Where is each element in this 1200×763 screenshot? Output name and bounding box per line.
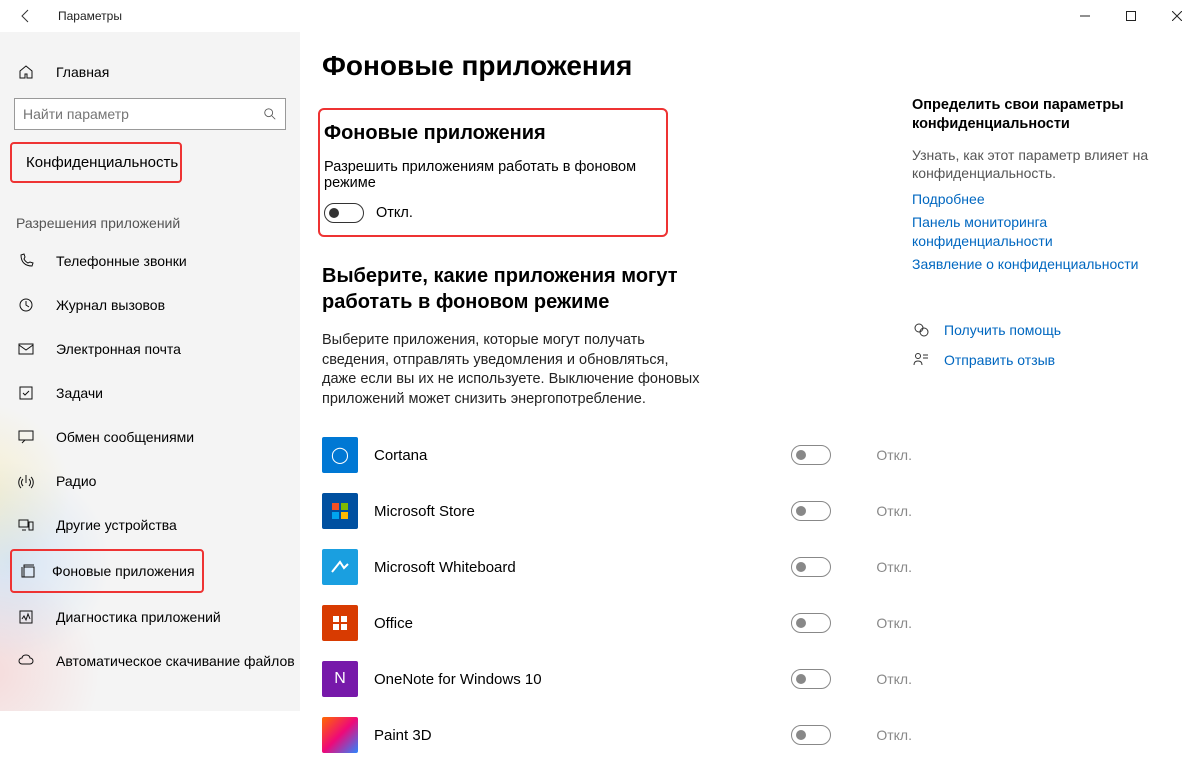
app-row: ◯ Cortana Откл. bbox=[322, 427, 912, 483]
message-icon bbox=[16, 429, 36, 445]
clock-icon bbox=[16, 297, 36, 313]
app-icon: ◯ bbox=[322, 437, 358, 473]
get-help-link[interactable]: Получить помощь bbox=[912, 322, 1162, 338]
app-name: OneNote for Windows 10 bbox=[374, 671, 791, 688]
window-title: Параметры bbox=[58, 9, 122, 23]
right-link-1[interactable]: Панель мониторинга конфиденциальности bbox=[912, 213, 1162, 251]
app-toggle[interactable] bbox=[791, 501, 831, 521]
app-toggle[interactable] bbox=[791, 613, 831, 633]
background-apps-icon bbox=[18, 563, 38, 579]
tasks-icon bbox=[16, 385, 36, 401]
mail-icon bbox=[16, 341, 36, 357]
right-heading: Определить свои параметры конфиденциальн… bbox=[912, 96, 1162, 134]
section-heading-2: Выберите, какие приложения могут работат… bbox=[322, 263, 752, 315]
sidebar-category-label: Конфиденциальность bbox=[26, 154, 178, 171]
sidebar-item-1[interactable]: Журнал вызовов bbox=[0, 283, 300, 327]
sidebar-group-label: Разрешения приложений bbox=[0, 183, 300, 239]
app-icon: N bbox=[322, 661, 358, 697]
sidebar-home[interactable]: Главная bbox=[0, 52, 300, 92]
right-link-0[interactable]: Подробнее bbox=[912, 190, 1162, 209]
sidebar-item-5[interactable]: Радио bbox=[0, 459, 300, 503]
app-icon bbox=[322, 717, 358, 753]
send-feedback-label: Отправить отзыв bbox=[944, 352, 1055, 368]
app-toggle[interactable] bbox=[791, 445, 831, 465]
maximize-button[interactable] bbox=[1108, 0, 1154, 32]
close-button[interactable] bbox=[1154, 0, 1200, 32]
back-button[interactable] bbox=[12, 2, 40, 30]
sidebar-item-2[interactable]: Электронная почта bbox=[0, 327, 300, 371]
app-toggle[interactable] bbox=[791, 557, 831, 577]
section-heading: Фоновые приложения bbox=[324, 122, 652, 145]
sidebar-item-7[interactable]: Фоновые приложения bbox=[10, 549, 204, 593]
app-row: N OneNote for Windows 10 Откл. bbox=[322, 651, 912, 707]
phone-icon bbox=[16, 253, 36, 269]
cloud-download-icon bbox=[16, 653, 36, 669]
master-toggle-label: Разрешить приложениям работать в фоновом… bbox=[324, 159, 652, 191]
sidebar-item-label: Задачи bbox=[56, 385, 103, 401]
search-icon bbox=[263, 107, 277, 121]
master-toggle[interactable] bbox=[324, 203, 364, 223]
app-toggle-state: Откл. bbox=[876, 503, 912, 519]
search-input[interactable] bbox=[23, 106, 263, 122]
devices-icon bbox=[16, 517, 36, 533]
app-toggle-state: Откл. bbox=[876, 727, 912, 743]
sidebar-item-8[interactable]: Диагностика приложений bbox=[0, 595, 300, 639]
page-title: Фоновые приложения bbox=[322, 50, 912, 82]
sidebar-item-0[interactable]: Телефонные звонки bbox=[0, 239, 300, 283]
app-icon bbox=[322, 493, 358, 529]
sidebar-item-6[interactable]: Другие устройства bbox=[0, 503, 300, 547]
app-name: Paint 3D bbox=[374, 727, 791, 744]
app-name: Microsoft Whiteboard bbox=[374, 559, 791, 576]
app-row: Microsoft Store Откл. bbox=[322, 483, 912, 539]
section-description: Выберите приложения, которые могут получ… bbox=[322, 331, 702, 409]
app-toggle-state: Откл. bbox=[876, 447, 912, 463]
minimize-button[interactable] bbox=[1062, 0, 1108, 32]
help-icon bbox=[912, 322, 930, 338]
sidebar-item-3[interactable]: Задачи bbox=[0, 371, 300, 415]
feedback-icon bbox=[912, 352, 930, 368]
sidebar-item-label: Телефонные звонки bbox=[56, 253, 187, 269]
right-text: Узнать, как этот параметр влияет на конф… bbox=[912, 146, 1162, 182]
home-icon bbox=[16, 64, 36, 80]
app-name: Office bbox=[374, 615, 791, 632]
sidebar-item-label: Радио bbox=[56, 473, 96, 489]
app-name: Microsoft Store bbox=[374, 503, 791, 520]
right-link-2[interactable]: Заявление о конфиденциальности bbox=[912, 255, 1162, 274]
sidebar-item-label: Автоматическое скачивание файлов bbox=[56, 653, 295, 669]
sidebar-item-label: Диагностика приложений bbox=[56, 609, 221, 625]
sidebar-item-9[interactable]: Автоматическое скачивание файлов bbox=[0, 639, 300, 683]
sidebar-item-label: Журнал вызовов bbox=[56, 297, 165, 313]
app-icon bbox=[322, 549, 358, 585]
radio-icon bbox=[16, 473, 36, 489]
master-toggle-state: Откл. bbox=[376, 205, 413, 221]
sidebar-item-label: Фоновые приложения bbox=[52, 563, 195, 579]
sidebar-item-label: Другие устройства bbox=[56, 517, 177, 533]
app-row: Office Откл. bbox=[322, 595, 912, 651]
app-row: Paint 3D Откл. bbox=[322, 707, 912, 763]
diagnostics-icon bbox=[16, 609, 36, 625]
sidebar-item-label: Электронная почта bbox=[56, 341, 181, 357]
app-toggle-state: Откл. bbox=[876, 559, 912, 575]
app-icon bbox=[322, 605, 358, 641]
app-toggle[interactable] bbox=[791, 669, 831, 689]
app-toggle-state: Откл. bbox=[876, 615, 912, 631]
master-toggle-section: Фоновые приложения Разрешить приложениям… bbox=[318, 108, 668, 237]
sidebar: Главная Конфиденциальность Разрешения пр… bbox=[0, 32, 300, 711]
get-help-label: Получить помощь bbox=[944, 322, 1061, 338]
app-name: Cortana bbox=[374, 447, 791, 464]
sidebar-item-label: Обмен сообщениями bbox=[56, 429, 194, 445]
sidebar-category-privacy[interactable]: Конфиденциальность bbox=[10, 142, 182, 183]
send-feedback-link[interactable]: Отправить отзыв bbox=[912, 352, 1162, 368]
search-box[interactable] bbox=[14, 98, 286, 130]
app-toggle[interactable] bbox=[791, 725, 831, 745]
sidebar-item-4[interactable]: Обмен сообщениями bbox=[0, 415, 300, 459]
sidebar-home-label: Главная bbox=[56, 64, 109, 80]
app-toggle-state: Откл. bbox=[876, 671, 912, 687]
app-row: Microsoft Whiteboard Откл. bbox=[322, 539, 912, 595]
